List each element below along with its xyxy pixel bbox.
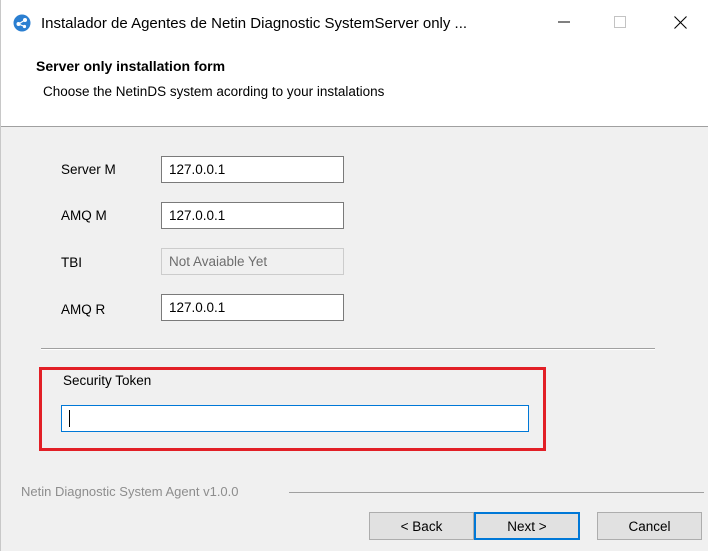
close-button[interactable] xyxy=(657,0,703,44)
server-m-input[interactable] xyxy=(161,156,344,183)
back-button[interactable]: < Back xyxy=(369,512,474,540)
amq-m-label: AMQ M xyxy=(61,208,107,223)
amq-m-input[interactable] xyxy=(161,202,344,229)
security-token-input[interactable] xyxy=(61,405,529,432)
title-bar[interactable]: Instalador de Agentes de Netin Diagnosti… xyxy=(1,0,708,44)
text-caret xyxy=(69,410,70,427)
security-token-label: Security Token xyxy=(63,373,152,388)
footer-brand: Netin Diagnostic System Agent v1.0.0 xyxy=(21,484,243,499)
header-title: Server only installation form xyxy=(36,58,226,74)
form-separator xyxy=(41,348,655,350)
maximize-icon xyxy=(614,16,626,28)
footer-divider xyxy=(289,492,704,493)
amq-r-label: AMQ R xyxy=(61,302,106,317)
tbi-label: TBI xyxy=(61,255,83,270)
amq-r-input[interactable] xyxy=(161,294,344,321)
minimize-icon xyxy=(558,21,570,23)
cancel-button[interactable]: Cancel xyxy=(597,512,702,540)
server-m-label: Server M xyxy=(61,162,116,177)
wizard-header: Server only installation form Choose the… xyxy=(1,44,708,127)
installer-window: Instalador de Agentes de Netin Diagnosti… xyxy=(0,0,708,551)
maximize-button[interactable] xyxy=(597,0,643,44)
tbi-input xyxy=(161,248,344,275)
close-icon xyxy=(673,15,687,29)
minimize-button[interactable] xyxy=(541,0,587,44)
app-icon xyxy=(13,14,31,32)
next-button[interactable]: Next > xyxy=(474,512,580,540)
window-title: Instalador de Agentes de Netin Diagnosti… xyxy=(41,15,468,32)
header-subtitle: Choose the NetinDS system acording to yo… xyxy=(43,84,385,99)
